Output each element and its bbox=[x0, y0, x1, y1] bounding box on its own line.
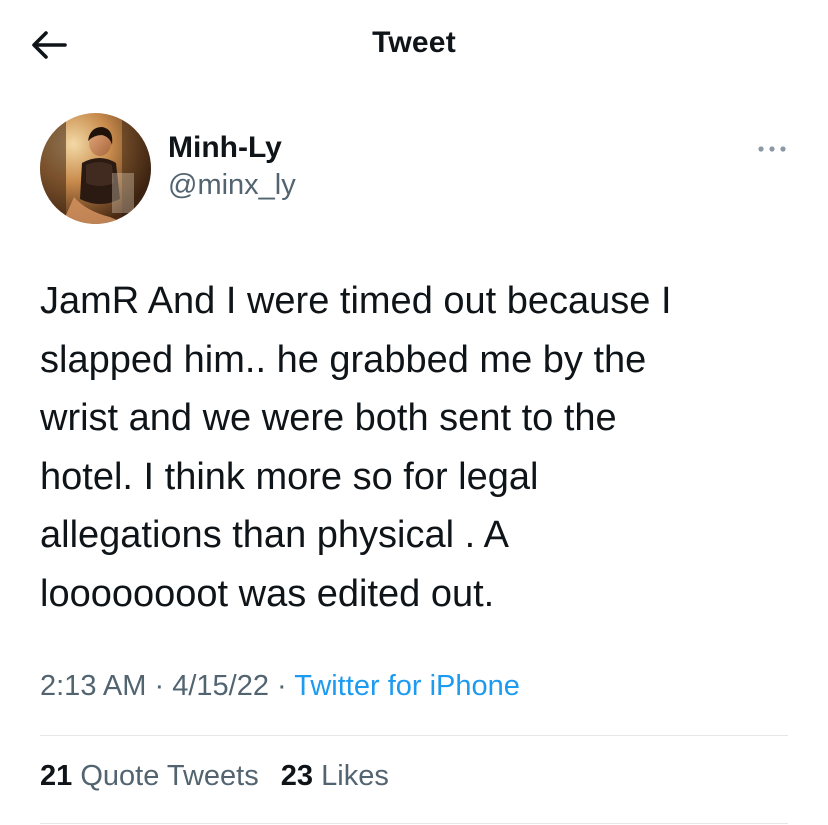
likes-count: 23 bbox=[280, 760, 314, 792]
tweet-source-link[interactable]: Twitter for iPhone bbox=[294, 670, 520, 702]
tweet-text: JamR And I were timed out because I slap… bbox=[40, 280, 672, 615]
more-options-button[interactable] bbox=[752, 137, 792, 161]
quote-tweets-count: 21 bbox=[40, 760, 73, 792]
top-bar: Tweet bbox=[0, 0, 828, 90]
tweet-author: Minh-Ly @minx_ly bbox=[40, 113, 790, 225]
meta-separator: · bbox=[277, 670, 287, 702]
tweet-time[interactable]: 2:13 AM bbox=[40, 670, 146, 702]
tweet-stats: 21 Quote Tweets 23 Likes bbox=[40, 760, 403, 793]
avatar[interactable] bbox=[40, 113, 151, 224]
divider bbox=[40, 823, 788, 824]
likes-stat[interactable]: 23 Likes bbox=[281, 760, 389, 792]
author-handle[interactable]: @minx_ly bbox=[168, 169, 296, 202]
tweet-date[interactable]: 4/15/22 bbox=[172, 670, 269, 702]
quote-tweets-stat[interactable]: 21 Quote Tweets bbox=[40, 760, 259, 792]
tweet-metadata: 2:13 AM · 4/15/22 · Twitter for iPhone bbox=[40, 670, 520, 703]
avatar-image bbox=[40, 113, 151, 224]
divider bbox=[40, 735, 788, 736]
meta-separator: · bbox=[154, 670, 165, 702]
quote-tweets-label: Quote Tweets bbox=[80, 760, 259, 792]
author-display-name[interactable]: Minh-Ly bbox=[168, 131, 282, 165]
more-horizontal-icon bbox=[758, 146, 786, 152]
page-title: Tweet bbox=[372, 26, 456, 59]
likes-label: Likes bbox=[321, 760, 389, 792]
